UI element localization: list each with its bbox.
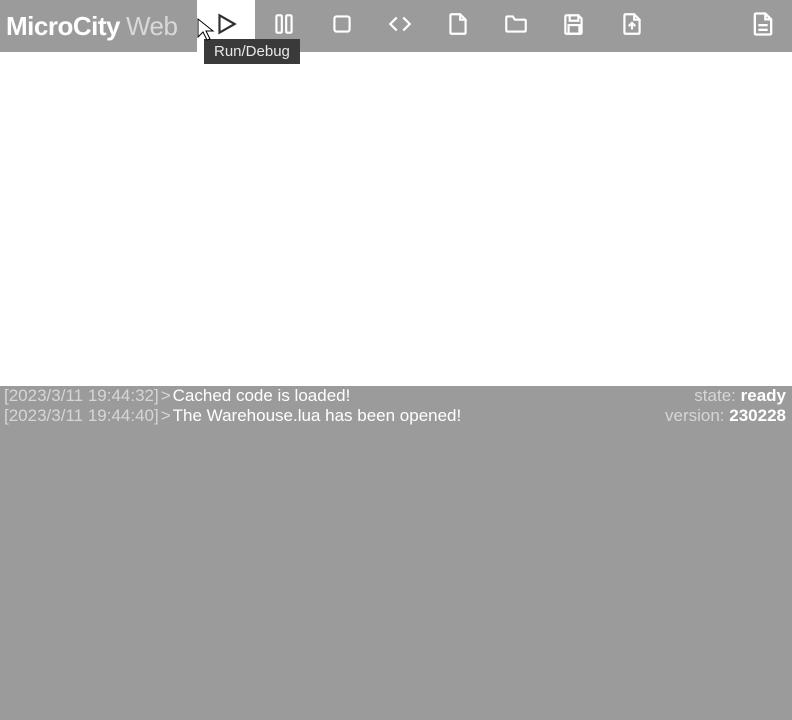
play-icon	[213, 11, 239, 42]
file-icon	[445, 11, 471, 42]
code-button[interactable]	[371, 0, 429, 52]
open-folder-button[interactable]	[487, 0, 545, 52]
pause-icon	[271, 11, 297, 42]
brand-name: MicroCity	[6, 11, 120, 42]
new-file-button[interactable]	[429, 0, 487, 52]
status-panel: state: ready version: 230228	[665, 386, 786, 426]
toolbar: MicroCity Web	[0, 0, 792, 52]
document-icon	[749, 10, 777, 43]
log-message: The Warehouse.lua has been opened!	[173, 406, 462, 426]
state-value: ready	[741, 386, 786, 405]
version-value: 230228	[729, 406, 786, 425]
version-label: version:	[665, 406, 725, 425]
status-state: state: ready	[665, 386, 786, 406]
folder-icon	[502, 11, 530, 42]
export-button[interactable]	[603, 0, 661, 52]
log-prompt: >	[161, 386, 171, 406]
log-timestamp: [2023/3/11 19:44:40]	[4, 406, 159, 426]
viewport[interactable]	[0, 52, 792, 386]
doc-button[interactable]	[734, 0, 792, 52]
console: [2023/3/11 19:44:32]>Cached code is load…	[0, 386, 792, 720]
stop-button[interactable]	[313, 0, 371, 52]
stop-icon	[329, 11, 355, 42]
status-version: version: 230228	[665, 406, 786, 426]
brand-sub: Web	[126, 11, 178, 42]
code-icon	[385, 11, 415, 42]
tooltip: Run/Debug	[204, 39, 300, 64]
log-timestamp: [2023/3/11 19:44:32]	[4, 386, 159, 406]
save-icon	[561, 11, 587, 42]
file-export-icon	[619, 11, 645, 42]
tooltip-text: Run/Debug	[214, 43, 290, 60]
log-message: Cached code is loaded!	[173, 386, 351, 406]
save-button[interactable]	[545, 0, 603, 52]
log-prompt: >	[161, 406, 171, 426]
app-brand: MicroCity Web	[0, 11, 187, 42]
state-label: state:	[694, 386, 736, 405]
